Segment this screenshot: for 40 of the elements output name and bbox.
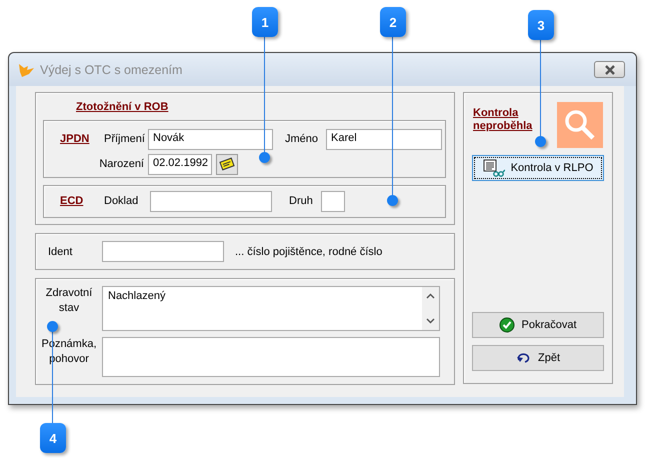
document-field[interactable] [150,190,272,212]
first-name-field[interactable]: Karel [326,128,442,150]
callout-badge: 4 [40,423,66,453]
health-label: Zdravotní stav [44,286,94,316]
close-icon [604,64,616,74]
rob-link[interactable]: Ztotožnění v ROB [76,101,446,113]
scroll-down-icon[interactable] [426,318,435,324]
check-button[interactable]: Kontrola v RLPO [472,155,604,181]
callout-badge: 1 [252,7,278,37]
list-glasses-icon [482,159,505,177]
fox-icon [18,62,36,78]
first-name-label: Jméno [285,133,318,145]
surname-field[interactable]: Novák [148,128,273,150]
undo-icon [516,352,532,364]
ident-label: Ident [48,246,74,258]
surname-label: Příjmení [104,133,146,145]
scrollbar[interactable] [422,287,439,330]
jpdn-link[interactable]: JPDN [60,133,104,145]
type-field[interactable] [320,190,345,212]
search-icon [557,102,603,148]
check-icon [499,317,516,333]
back-button[interactable]: Zpět [472,345,604,371]
health-field[interactable]: Nachlazený [102,286,440,331]
note-field[interactable] [102,337,440,377]
callout-badge: 2 [380,7,406,37]
ecd-link[interactable]: ECD [60,195,104,207]
ident-hint: ... číslo pojištěnce, rodné číslo [235,246,382,258]
type-label: Druh [289,195,313,207]
close-button[interactable] [594,61,625,78]
callout-badge: 3 [528,10,554,40]
window-title: Výdej s OTC s omezením [40,62,184,76]
continue-button[interactable]: Pokračovat [472,312,604,338]
status-link[interactable]: Kontrola neproběhla [473,107,539,133]
birth-label: Narození [98,158,145,170]
document-label: Doklad [104,195,140,207]
calendar-button[interactable] [216,154,238,174]
card-icon [219,157,235,171]
birth-date-field[interactable]: 02.02.1992 [148,154,212,174]
scroll-up-icon[interactable] [426,293,435,299]
ident-field[interactable] [102,241,224,262]
